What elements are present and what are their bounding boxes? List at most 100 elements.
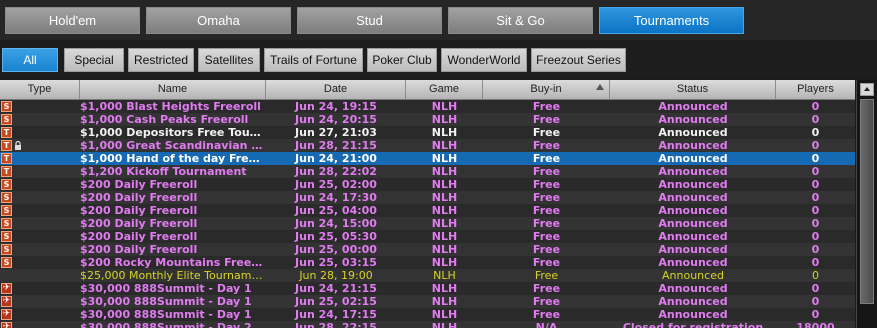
tournament-game: NLH (431, 165, 458, 178)
table-row[interactable]: T $1,000 Hand of the day Freeroll Jun 24, … (0, 152, 855, 165)
tournament-buyin: Free (532, 295, 561, 308)
tournament-name: $30,000 888Summit - Day 1 (80, 295, 252, 308)
filter-tab-bar: All Special Restricted Satellites Trails… (0, 40, 877, 78)
table-row[interactable]: S $200 Daily Freeroll Jun 24, 17:30 NLH Free… (0, 191, 855, 204)
filter-tab-trails-of-fortune[interactable]: Trails of Fortune (264, 48, 363, 72)
table-row[interactable]: S $200 Rocky Mountains Freeroll Jun 25, 03… (0, 256, 855, 269)
airplane-icon: ✈ (1, 283, 12, 294)
filter-tab-wonderworld[interactable]: WonderWorld (441, 48, 527, 72)
column-header-date[interactable]: Date (266, 80, 406, 99)
tournament-date: Jun 24, 21:00 (295, 152, 377, 165)
table-row[interactable]: ✈ $30,000 888Summit - Day 2 Jun 28, 22:15 N… (0, 321, 855, 328)
tournament-buyin: Free (532, 256, 561, 269)
column-header-type[interactable]: Type (0, 80, 80, 99)
tournament-players: 0 (811, 165, 820, 178)
tournament-name: $200 Daily Freeroll (80, 217, 198, 230)
tournament-buyin: Free (532, 243, 561, 256)
tournament-name: $1,200 Kickoff Tournament (80, 165, 247, 178)
satellite-tournament-icon: S (1, 179, 12, 190)
tournament-status: Announced (658, 100, 728, 113)
table-row[interactable]: ✈ $30,000 888Summit - Day 1 Jun 24, 21:15 N… (0, 282, 855, 295)
satellite-tournament-icon: S (1, 231, 12, 242)
column-header-buyin[interactable]: Buy-in (483, 80, 610, 99)
tournament-name: $30,000 888Summit - Day 1 (80, 308, 252, 321)
filter-tab-satellites[interactable]: Satellites (198, 48, 260, 72)
column-header-name[interactable]: Name (80, 80, 266, 99)
column-header-players[interactable]: Players (776, 80, 855, 99)
tournament-game: NLH (431, 113, 458, 126)
tournament-buyin: Free (532, 230, 561, 243)
tournament-status: Announced (658, 113, 728, 126)
tournament-game: NLH (431, 321, 458, 328)
lock-icon (15, 141, 21, 150)
satellite-tournament-icon: S (1, 205, 12, 216)
filter-tab-special[interactable]: Special (64, 48, 124, 72)
tournament-date: Jun 27, 21:03 (295, 126, 377, 139)
tournament-name: $30,000 888Summit - Day 1 (80, 282, 252, 295)
tournament-date: Jun 24, 20:15 (295, 113, 377, 126)
scroll-thumb[interactable] (860, 99, 874, 304)
tournament-date: Jun 25, 00:00 (295, 243, 377, 256)
tournament-players: 0 (811, 191, 820, 204)
table-row[interactable]: S $200 Daily Freeroll Jun 25, 04:00 NLH Free… (0, 204, 855, 217)
filter-tab-poker-club[interactable]: Poker Club (367, 48, 437, 72)
sort-ascending-icon (596, 84, 604, 90)
tournament-name: $1,000 Cash Peaks Freeroll (80, 113, 249, 126)
table-row[interactable]: S $1,000 Blast Heights Freeroll Jun 24, 19… (0, 100, 855, 113)
tournament-icon: T (1, 140, 12, 151)
satellite-tournament-icon: S (1, 257, 12, 268)
table-row[interactable]: ✈ $30,000 888Summit - Day 1 Jun 25, 02:15 N… (0, 295, 855, 308)
tournament-players: 18000 (796, 321, 835, 328)
tournament-date: Jun 28, 22:02 (295, 165, 377, 178)
tournament-status: Announced (658, 178, 728, 191)
tab-omaha[interactable]: Omaha (146, 7, 291, 34)
tournament-status: Announced (658, 295, 728, 308)
column-header-game[interactable]: Game (406, 80, 483, 99)
tournament-buyin: Free (532, 204, 561, 217)
tournament-players: 0 (811, 152, 820, 165)
tournament-status: Announced (658, 230, 728, 243)
column-header-status[interactable]: Status (610, 80, 776, 99)
tournament-game: NLH (431, 308, 458, 321)
tournament-players: 0 (811, 113, 820, 126)
tournament-players: 0 (812, 269, 819, 282)
tournament-players: 0 (811, 217, 820, 230)
tab-sit-and-go[interactable]: Sit & Go (448, 7, 593, 34)
tournament-name: $1,000 Depositors Free Tourn... (80, 126, 266, 139)
table-row[interactable]: S $200 Daily Freeroll Jun 25, 00:00 NLH Free… (0, 243, 855, 256)
table-row[interactable]: T $1,000 Depositors Free Tourn... Jun 27, … (0, 126, 855, 139)
tournament-date: Jun 24, 17:30 (295, 191, 377, 204)
table-row[interactable]: ✈ $30,000 888Summit - Day 1 Jun 24, 17:15 N… (0, 308, 855, 321)
airplane-icon: ✈ (1, 296, 12, 307)
tournament-game: NLH (431, 282, 458, 295)
tournament-name: $1,000 Hand of the day Freeroll (80, 152, 266, 165)
filter-tab-freezout-series[interactable]: Freezout Series (531, 48, 626, 72)
tournament-buyin: Free (532, 100, 561, 113)
table-header: Type Name Date Game Buy-in Status Player… (0, 80, 855, 100)
tournament-game: NLH (431, 139, 458, 152)
vertical-scrollbar[interactable] (856, 80, 877, 328)
tab-stud[interactable]: Stud (297, 7, 442, 34)
table-row[interactable]: T $1,200 Kickoff Tournament Jun 28, 22:02 N… (0, 165, 855, 178)
tournament-game: NLH (431, 204, 458, 217)
tournament-game: NLH (431, 191, 458, 204)
table-row[interactable]: S $200 Daily Freeroll Jun 25, 02:00 NLH Free… (0, 178, 855, 191)
tournament-date: Jun 28, 19:00 (299, 269, 373, 282)
tournament-name: $200 Daily Freeroll (80, 204, 198, 217)
tournament-name: $25,000 Monthly Elite Tournament (80, 269, 266, 282)
table-row[interactable]: $25,000 Monthly Elite Tournament Jun 28, … (0, 269, 855, 282)
table-row[interactable]: S $200 Daily Freeroll Jun 25, 05:30 NLH Free… (0, 230, 855, 243)
tournament-date: Jun 25, 02:00 (295, 178, 377, 191)
table-row[interactable]: S $1,000 Cash Peaks Freeroll Jun 24, 20:15… (0, 113, 855, 126)
filter-tab-all[interactable]: All (2, 48, 58, 72)
table-row[interactable]: T $1,000 Great Scandinavian Ba... Jun 28, … (0, 139, 855, 152)
tournament-players: 0 (811, 243, 820, 256)
tournament-date: Jun 25, 02:15 (295, 295, 377, 308)
table-row[interactable]: S $200 Daily Freeroll Jun 24, 15:00 NLH Free… (0, 217, 855, 230)
tab-holdem[interactable]: Hold'em (5, 7, 140, 34)
tab-tournaments[interactable]: Tournaments (599, 7, 744, 34)
scroll-up-arrow-icon[interactable] (860, 83, 874, 96)
tournament-game: NLH (431, 243, 458, 256)
satellite-tournament-icon: S (1, 114, 12, 125)
filter-tab-restricted[interactable]: Restricted (128, 48, 194, 72)
